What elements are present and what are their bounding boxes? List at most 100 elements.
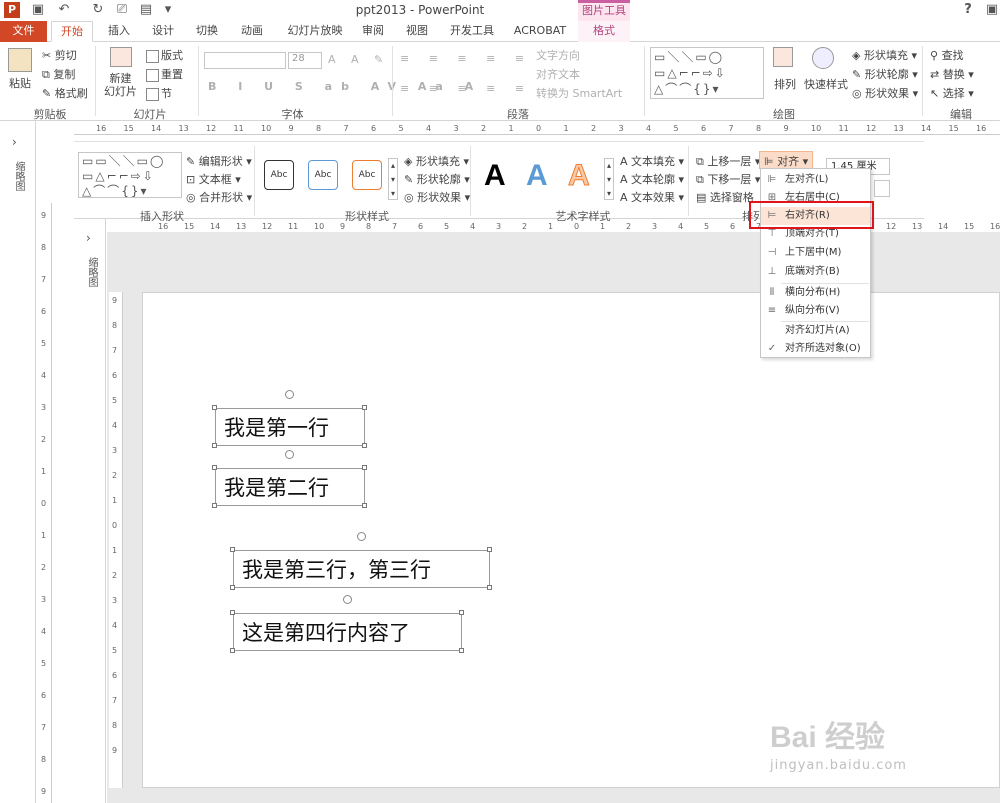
wordart-black[interactable]: A [484, 160, 506, 192]
tab-review[interactable]: 审阅 [354, 21, 392, 42]
resize-handle[interactable] [362, 443, 367, 448]
layout-button[interactable]: 版式 [146, 47, 183, 63]
align-button[interactable]: ⊫ 对齐 ▾ [759, 151, 814, 169]
shape-outline-format-button[interactable]: ✎ 形状轮廓 ▾ [404, 171, 470, 187]
alignment-buttons[interactable]: ≡ ≡ ≡ ≡ ≡ [400, 82, 532, 95]
shapes-gallery[interactable]: ▭＼＼▭◯ ▭△⌐⌐⇨⇩ △⌒⌒{}▾ [650, 47, 764, 99]
rotate-handle-2[interactable] [285, 450, 294, 459]
resize-handle[interactable] [212, 465, 217, 470]
text-box-1[interactable]: 我是第一行 [215, 408, 365, 446]
resize-handle[interactable] [362, 503, 367, 508]
tab-transitions[interactable]: 切换 [188, 21, 226, 42]
expand-chevron-icon[interactable]: › [12, 135, 17, 149]
shape-outline-button[interactable]: ✎ 形状轮廓 ▾ [852, 66, 918, 82]
copy-button[interactable]: ⧉ 复制 [42, 66, 75, 82]
text-box-4[interactable]: 这是第四行内容了 [233, 613, 462, 651]
resize-handle[interactable] [212, 443, 217, 448]
slideshow-icon[interactable]: ⎚ [114, 2, 130, 18]
resize-handle[interactable] [230, 610, 235, 615]
menu-distribute-vertical[interactable]: ≡ 纵向分布(V) [761, 302, 870, 320]
new-slide-button[interactable]: 新建 幻灯片 [104, 72, 137, 98]
menu-align-to-slide[interactable]: 对齐幻灯片(A) [761, 322, 870, 340]
text-effects-button[interactable]: A 文本效果 ▾ [620, 189, 684, 205]
resize-handle[interactable] [230, 547, 235, 552]
rotate-handle-3[interactable] [357, 532, 366, 541]
smartart-button[interactable]: 转换为 SmartArt [536, 85, 622, 101]
tab-developer[interactable]: 开发工具 [444, 21, 500, 42]
resize-handle[interactable] [230, 585, 235, 590]
shape-styles-scroll[interactable]: ▴ ▾ ▾ [388, 158, 398, 200]
insert-shapes-gallery[interactable]: ▭▭＼＼▭◯ ▭△⌐⌐⇨⇩ △⌒⌒{}▾ [78, 152, 182, 198]
bring-forward-button[interactable]: ⧉ 上移一层 ▾ [696, 153, 760, 169]
arrange-button[interactable]: 排列 [774, 76, 796, 92]
shape-style-orange[interactable]: Abc [352, 160, 382, 190]
expand-chevron-icon[interactable]: › [86, 231, 91, 245]
tab-acrobat[interactable]: ACROBAT [508, 21, 572, 42]
shape-fill-format-button[interactable]: ◈ 形状填充 ▾ [404, 153, 469, 169]
align-text-button[interactable]: 对齐文本 [536, 66, 580, 82]
resize-handle[interactable] [362, 405, 367, 410]
resize-handle[interactable] [459, 610, 464, 615]
font-grow-shrink[interactable]: A A ✎ [328, 53, 389, 66]
quick-styles-button[interactable]: 快速样式 [804, 76, 848, 92]
menu-align-left[interactable]: ⊫ 左对齐(L) [761, 171, 870, 189]
menu-distribute-horizontal[interactable]: ⫴ 横向分布(H) [761, 284, 870, 302]
tab-slideshow[interactable]: 幻灯片放映 [280, 21, 350, 42]
font-name-combo[interactable] [204, 52, 286, 69]
resize-handle[interactable] [230, 648, 235, 653]
tab-format[interactable]: 格式 [578, 21, 630, 42]
replace-button[interactable]: ⇄ 替换 ▾ [930, 66, 974, 82]
format-painter-button[interactable]: ✎ 格式刷 [42, 85, 88, 101]
send-backward-button[interactable]: ⧉ 下移一层 ▾ [696, 171, 760, 187]
cut-button[interactable]: ✂ 剪切 [42, 47, 77, 63]
shape-width-field[interactable] [874, 180, 890, 197]
text-direction-button[interactable]: 文字方向 [536, 47, 580, 63]
tab-home[interactable]: 开始 [51, 21, 93, 42]
resize-handle[interactable] [212, 503, 217, 508]
arrange-icon[interactable] [773, 47, 793, 67]
customize-qat-icon[interactable]: ▾ [160, 2, 176, 18]
paste-icon[interactable] [8, 48, 32, 72]
menu-align-selected[interactable]: ✓ 对齐所选对象(O) [761, 340, 870, 358]
tab-insert[interactable]: 插入 [100, 21, 138, 42]
shape-style-dark[interactable]: Abc [264, 160, 294, 190]
new-slide-icon[interactable] [110, 47, 132, 67]
save-icon[interactable]: ▣ [30, 2, 46, 18]
help-button[interactable]: ? [960, 2, 976, 17]
text-outline-button[interactable]: A 文本轮廓 ▾ [620, 171, 684, 187]
resize-handle[interactable] [487, 547, 492, 552]
section-button[interactable]: 节 [146, 85, 172, 101]
menu-align-middle[interactable]: ⊣ 上下居中(M) [761, 244, 870, 262]
wordart-scroll[interactable]: ▴ ▾ ▾ [604, 158, 614, 200]
selection-pane-button[interactable]: ▤ 选择窗格 [696, 189, 754, 205]
redo-icon[interactable]: ↻ [90, 2, 106, 18]
reset-button[interactable]: 重置 [146, 66, 183, 82]
quick-styles-icon[interactable] [812, 47, 834, 69]
paste-button[interactable]: 粘贴 [9, 75, 31, 91]
text-box-2[interactable]: 我是第二行 [215, 468, 365, 506]
tab-design[interactable]: 设计 [144, 21, 182, 42]
rotate-handle-1[interactable] [285, 390, 294, 399]
tab-file[interactable]: 文件 [0, 21, 47, 42]
text-box-3[interactable]: 我是第三行，第三行 [233, 550, 490, 588]
shape-effects-button[interactable]: ◎ 形状效果 ▾ [852, 85, 918, 101]
shape-fill-button[interactable]: ◈ 形状填充 ▾ [852, 47, 917, 63]
quick-save-icon[interactable]: ▤ [138, 2, 154, 18]
ribbon-display-icon[interactable]: ▣ [984, 2, 1000, 17]
wordart-orange[interactable]: A [568, 159, 591, 192]
find-button[interactable]: ⚲ 查找 [930, 47, 964, 63]
resize-handle[interactable] [459, 648, 464, 653]
menu-align-bottom[interactable]: ⊥ 底端对齐(B) [761, 263, 870, 281]
text-fill-button[interactable]: A 文本填充 ▾ [620, 153, 684, 169]
shape-style-blue[interactable]: Abc [308, 160, 338, 190]
list-buttons[interactable]: ≡ ≡ ≡ ≡ ≡ [400, 52, 532, 65]
rotate-handle-4[interactable] [343, 595, 352, 604]
wordart-blue[interactable]: A [526, 160, 548, 192]
resize-handle[interactable] [362, 465, 367, 470]
select-button[interactable]: ↖ 选择 ▾ [930, 85, 974, 101]
tab-view[interactable]: 视图 [398, 21, 436, 42]
text-box-button[interactable]: ⊡ 文本框 ▾ [186, 171, 241, 187]
resize-handle[interactable] [212, 405, 217, 410]
tab-animations[interactable]: 动画 [232, 21, 272, 42]
undo-icon[interactable]: ↶ [56, 2, 72, 18]
